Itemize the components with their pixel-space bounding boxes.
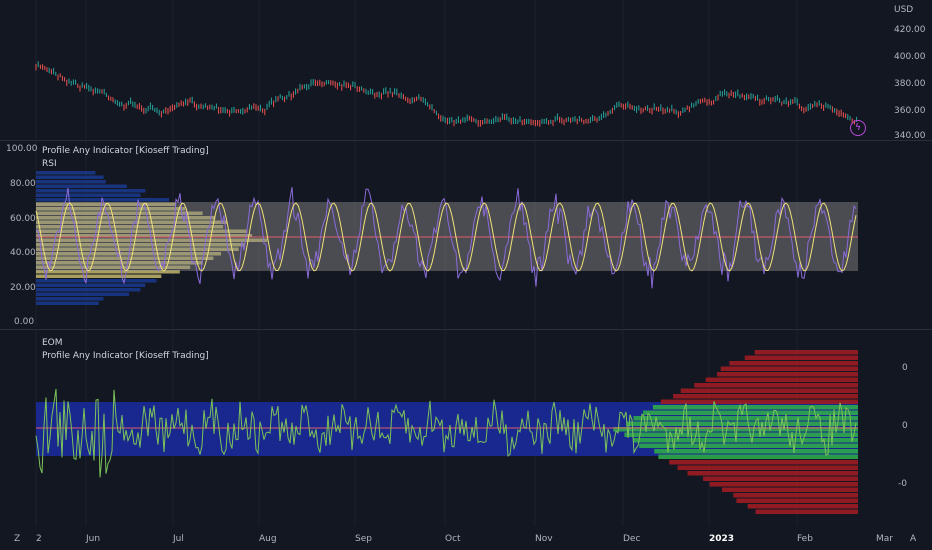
rsi-tick: 100.00 [6, 144, 38, 154]
eom-profile-bar [660, 399, 858, 404]
rsi-tick: 80.00 [10, 179, 36, 189]
eom-profile-bar [703, 476, 858, 481]
eom-profile-bar [652, 405, 858, 410]
eom-profile-bar [720, 366, 858, 371]
rsi-pane[interactable]: Profile Any Indicator [Kioseff Trading] … [0, 141, 932, 327]
auto-scale-button[interactable]: A [910, 534, 916, 544]
eom-profile-bar [744, 355, 858, 360]
eom-profile-bar [658, 454, 858, 459]
rsi-profile-bar [36, 171, 96, 175]
eom-tick: -0 [898, 479, 907, 489]
eom-profile-bar [736, 498, 858, 503]
rsi-profile-bar [36, 279, 157, 283]
eom-profile-bar [677, 465, 858, 470]
time-axis[interactable]: 2 Jun Jul Aug Sep Oct Nov Dec 2023 Feb M… [0, 526, 932, 550]
eom-profile-bar [642, 410, 858, 415]
rsi-profile-bar [36, 292, 130, 296]
eom-indicator-subtitle[interactable]: Profile Any Indicator [Kioseff Trading] [42, 351, 209, 361]
eom-profile-bar [624, 432, 858, 437]
price-tick: 420.00 [894, 25, 926, 35]
eom-profile-bar [654, 449, 858, 454]
eom-profile-bar [669, 460, 858, 465]
eom-profile-bar [673, 394, 858, 399]
eom-profile-bar [633, 416, 858, 421]
rsi-profile-bar [36, 288, 141, 292]
eom-profile-bar [721, 487, 858, 492]
rsi-profile-bar [36, 274, 162, 278]
eom-profile-bar [717, 372, 858, 377]
rsi-chart [35, 141, 858, 327]
price-tick: 400.00 [894, 52, 926, 62]
rsi-profile-bar [36, 193, 141, 197]
eom-profile-bar [694, 383, 858, 388]
rsi-profile-bar [36, 301, 99, 305]
time-label: Jun [86, 534, 101, 544]
price-tick: 360.00 [894, 106, 926, 116]
price-currency: USD [894, 5, 914, 15]
eom-profile-bar [733, 493, 858, 498]
time-label-year: 2023 [709, 534, 735, 544]
eom-profile-bar [709, 482, 858, 487]
eom-profile-bar [754, 350, 858, 355]
eom-profile-bar [729, 361, 858, 366]
rsi-profile-bar [36, 184, 127, 188]
eom-pane[interactable]: EOM Profile Any Indicator [Kioseff Tradi… [0, 330, 932, 526]
eom-indicator-title[interactable]: EOM [42, 338, 63, 348]
rsi-axis-labels: 100.00 80.00 60.00 40.00 20.00 0.00 [6, 141, 38, 327]
rsi-profile-bar [36, 297, 104, 301]
time-label: Oct [445, 534, 461, 544]
time-label: Jul [173, 534, 184, 544]
time-label: Nov [535, 534, 553, 544]
rsi-indicator-title[interactable]: Profile Any Indicator [Kioseff Trading] [42, 146, 209, 156]
rsi-profile-bar [36, 189, 146, 193]
zoom-button[interactable]: Z [14, 534, 20, 544]
rsi-profile-bar [36, 180, 106, 184]
rsi-profile-bar [36, 283, 146, 287]
eom-profile-bar [747, 504, 858, 509]
rsi-axis[interactable] [892, 141, 932, 327]
eom-tick: 0 [902, 363, 908, 373]
rsi-tick: 60.00 [10, 214, 36, 224]
rsi-tick: 20.00 [10, 283, 36, 293]
price-tick: 380.00 [894, 79, 926, 89]
eom-tick: 0 [902, 421, 908, 431]
time-label: Dec [623, 534, 641, 544]
time-label: 2 [36, 534, 42, 544]
time-label: Sep [355, 534, 372, 544]
eom-profile-bar [680, 388, 858, 393]
eom-profile-bar [755, 509, 858, 514]
eom-profile-bar [687, 471, 858, 476]
eom-axis[interactable]: 0 0 -0 [892, 330, 932, 526]
eom-profile-bar [705, 377, 858, 382]
rsi-tick: 40.00 [10, 248, 36, 258]
price-axis[interactable]: USD 420.00 400.00 380.00 360.00 340.00 [892, 0, 932, 141]
rsi-indicator-subtitle[interactable]: RSI [42, 159, 57, 169]
price-pane[interactable] [0, 0, 932, 138]
rsi-tick: 0.00 [14, 317, 35, 327]
time-label: Aug [259, 534, 277, 544]
time-label: Mar [876, 534, 893, 544]
time-label: Feb [797, 534, 813, 544]
price-chart [35, 0, 858, 138]
lightning-icon[interactable]: ϟ [850, 120, 866, 136]
rsi-profile-bar [36, 175, 104, 179]
